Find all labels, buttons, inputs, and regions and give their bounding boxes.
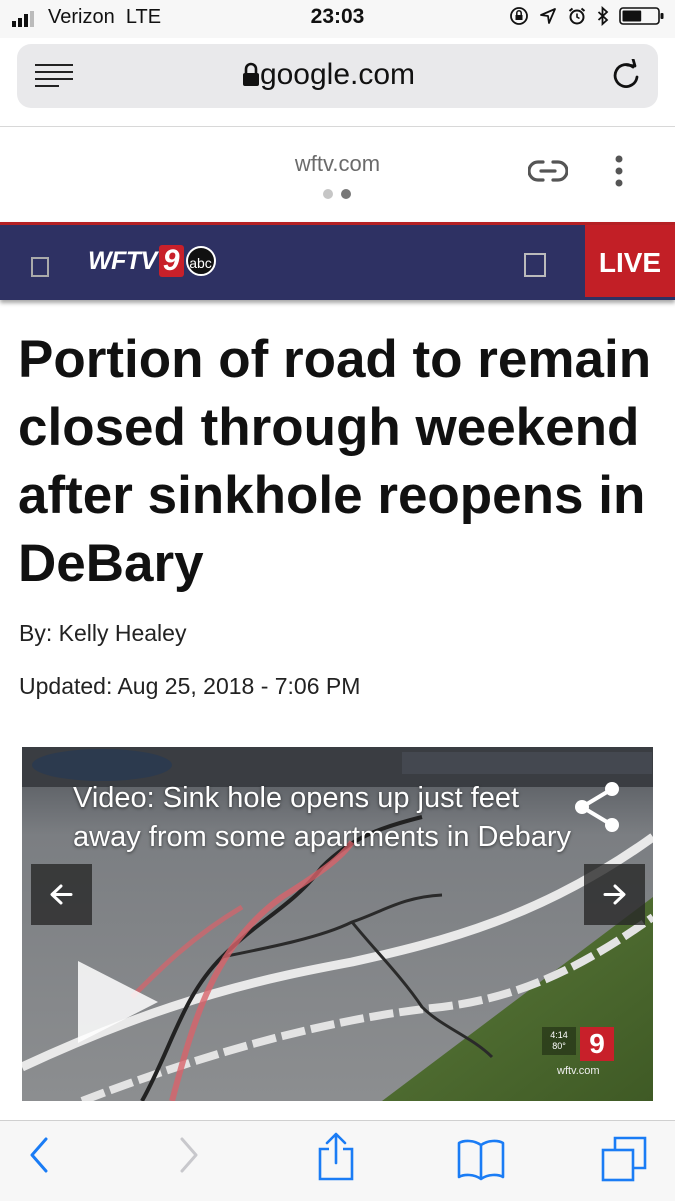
page-indicator — [323, 189, 351, 199]
status-bar: Verizon LTE 23:03 — [0, 0, 675, 38]
live-button[interactable]: LIVE — [585, 225, 675, 297]
bluetooth-icon — [597, 6, 609, 26]
menu-icon[interactable] — [31, 257, 49, 277]
logo-number: 9 — [158, 245, 184, 277]
site-header: WFTV 9 abc LIVE — [0, 222, 675, 300]
address-url[interactable]: google.com — [17, 58, 658, 92]
play-icon[interactable] — [74, 957, 164, 1047]
bug-number: 9 — [580, 1027, 614, 1061]
arrow-left-icon — [50, 884, 73, 905]
bookmarks-icon[interactable] — [456, 1137, 506, 1181]
article-byline: By: Kelly Healey — [19, 620, 187, 646]
link-icon[interactable] — [528, 158, 568, 184]
video-player[interactable]: Video: Sink hole opens up just feet away… — [22, 747, 653, 1101]
bug-temp: 80° — [552, 1041, 566, 1051]
divider — [0, 126, 675, 127]
page-dot-active — [341, 189, 351, 199]
more-options-icon[interactable] — [612, 154, 626, 190]
location-icon — [540, 8, 556, 24]
arrow-right-icon — [603, 884, 626, 905]
video-caption: Video: Sink hole opens up just feet away… — [73, 782, 572, 853]
bug-site: wftv.com — [557, 1065, 600, 1077]
share-icon[interactable] — [572, 781, 624, 833]
forward-icon[interactable] — [176, 1135, 202, 1175]
reload-icon[interactable] — [612, 59, 642, 91]
article-headline: Portion of road to remain closed through… — [18, 330, 652, 593]
next-button[interactable] — [584, 864, 645, 925]
previous-button[interactable] — [31, 864, 92, 925]
battery-icon — [619, 7, 664, 25]
page-dot — [323, 189, 333, 199]
tabs-icon[interactable] — [600, 1135, 648, 1183]
share-icon[interactable] — [316, 1131, 356, 1183]
bug-time: 4:14 — [550, 1030, 568, 1040]
address-bar[interactable]: google.com — [17, 44, 658, 108]
article-updated: Updated: Aug 25, 2018 - 7:06 PM — [19, 673, 361, 699]
alarm-icon — [568, 7, 586, 25]
logo-text: WFTV — [88, 246, 157, 275]
browser-toolbar — [0, 1120, 675, 1201]
amp-source-domain[interactable]: wftv.com — [0, 151, 675, 177]
status-icons — [509, 6, 665, 26]
site-logo[interactable]: WFTV 9 abc — [88, 243, 216, 279]
search-icon[interactable] — [524, 253, 546, 277]
orientation-lock-icon — [510, 7, 528, 25]
logo-network: abc — [185, 246, 216, 276]
back-icon[interactable] — [26, 1135, 52, 1175]
bug-time-temp: 4:14 80° — [542, 1027, 576, 1055]
